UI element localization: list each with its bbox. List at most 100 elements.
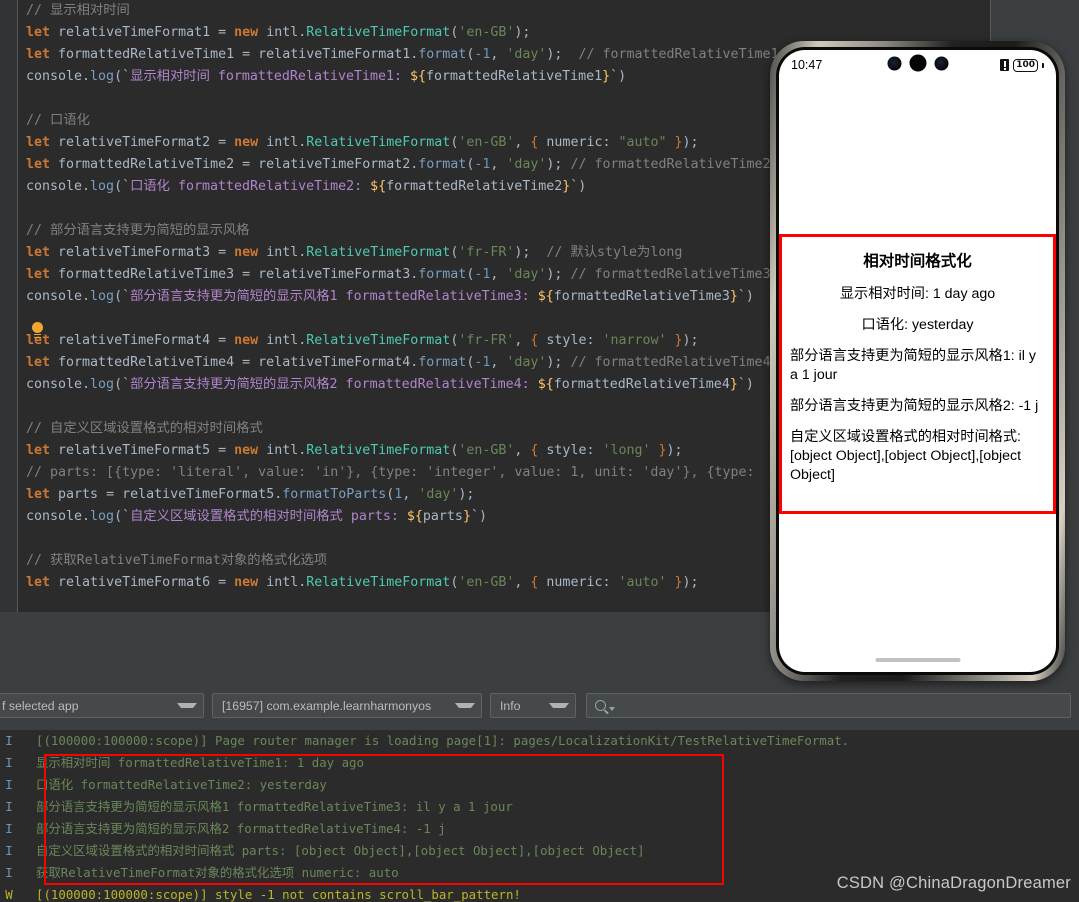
code-token: } — [602, 69, 611, 84]
code-token: = — [106, 487, 123, 502]
log-level-label: Info — [500, 698, 521, 713]
code-token: = — [218, 333, 235, 348]
code-token: = — [218, 245, 235, 260]
code-token: ); — [546, 157, 571, 172]
log-row[interactable]: I 部分语言支持更为简短的显示风格1 formattedRelativeTime3… — [0, 796, 1079, 818]
process-dropdown[interactable]: [16957] com.example.learnharmonyos — [212, 693, 482, 718]
code-token: formattedRelativeTime1 — [426, 69, 603, 84]
code-token: ); — [546, 355, 571, 370]
code-token: log — [90, 509, 115, 524]
chevron-down-icon — [609, 707, 615, 711]
battery-level-badge: 100 — [1013, 58, 1038, 72]
code-token: ); — [458, 487, 475, 502]
code-token: , — [514, 575, 531, 590]
code-token: , — [514, 135, 531, 150]
preview-content-highlight-box: 相对时间格式化 显示相对时间: 1 day ago 口语化: yesterday… — [779, 234, 1056, 514]
log-message: 部分语言支持更为简短的显示风格2 formattedRelativeTime4:… — [36, 821, 446, 836]
code-token: // 自定义区域设置格式的相对时间格式 — [26, 421, 263, 436]
code-token: { — [530, 135, 547, 150]
battery-cap-icon — [1042, 62, 1044, 68]
code-token: numeric: — [546, 575, 619, 590]
log-level: I — [5, 777, 13, 792]
app-window: // 显示相对时间 let relativeTimeFormat1 = new i… — [0, 0, 1079, 902]
preview-line: 部分语言支持更为简短的显示风格1: il y a 1 jour — [790, 348, 1036, 383]
code-token: } — [462, 509, 471, 524]
code-token: let — [26, 487, 59, 502]
log-level: I — [5, 865, 13, 880]
code-token: // 显示相对时间 — [26, 3, 130, 18]
log-level-dropdown[interactable]: Info — [490, 693, 576, 718]
code-token: numeric: — [546, 135, 619, 150]
code-token: new — [234, 575, 267, 590]
code-token: = — [218, 575, 235, 590]
code-token: -1 — [474, 355, 491, 370]
code-token: // 部分语言支持更为简短的显示风格 — [26, 223, 250, 238]
search-icon — [595, 700, 606, 711]
code-token: 'en-GB' — [458, 135, 515, 150]
code-token: new — [234, 443, 267, 458]
code-token: relativeTimeFormat1 — [58, 25, 219, 40]
code-token: 部分语言支持更为简短的显示风格1 formattedRelativeTime3: — [130, 289, 538, 304]
code-token: parts — [58, 487, 107, 502]
code-token: console. — [26, 179, 91, 194]
code-token: 显示相对时间 formattedRelativeTime1: — [130, 69, 411, 84]
code-token: = — [242, 355, 259, 370]
app-filter-dropdown[interactable]: f selected app — [0, 693, 204, 718]
code-token: 'day' — [506, 47, 547, 62]
code-token: 部分语言支持更为简短的显示风格2 formattedRelativeTime4: — [130, 377, 538, 392]
code-token: { — [530, 333, 547, 348]
log-message: 获取RelativeTimeFormat对象的格式化选项 numeric: au… — [36, 865, 399, 880]
code-token: 'day' — [506, 267, 547, 282]
code-token: format — [418, 355, 467, 370]
code-token: , — [490, 157, 507, 172]
log-row[interactable]: I 口语化 formattedRelativeTime2: yesterday — [0, 774, 1079, 796]
code-token: format — [418, 267, 467, 282]
log-search-field[interactable] — [586, 693, 1071, 718]
log-message: 口语化 formattedRelativeTime2: yesterday — [36, 777, 327, 792]
code-token: parts — [422, 509, 463, 524]
log-row[interactable]: I 显示相对时间 formattedRelativeTime1: 1 day ag… — [0, 752, 1079, 774]
status-bar-right: 100 — [1000, 58, 1044, 72]
code-token: ); — [682, 135, 699, 150]
code-token: ); — [546, 47, 579, 62]
code-token: let — [26, 157, 59, 172]
log-message: [(100000:100000:scope)] Page router mana… — [36, 733, 850, 748]
code-token: console. — [26, 289, 91, 304]
code-token: (` — [114, 509, 131, 524]
log-filter-toolbar: f selected app [16957] com.example.learn… — [0, 690, 1079, 721]
code-token: ${ — [537, 377, 554, 392]
code-token: 'en-GB' — [458, 443, 515, 458]
preview-line: 显示相对时间: 1 day ago — [839, 286, 996, 302]
code-token: ); — [682, 575, 699, 590]
code-token: ); — [514, 25, 531, 40]
code-token: style: — [546, 443, 603, 458]
code-token: formattedRelativeTime1 — [58, 47, 243, 62]
log-row[interactable]: I 自定义区域设置格式的相对时间格式 parts: [object Object]… — [0, 840, 1079, 862]
code-token: // 获取RelativeTimeFormat对象的格式化选项 — [26, 553, 328, 568]
code-token: log — [90, 289, 115, 304]
device-screen[interactable]: 10:47 100 相对时间格式化 显示相对时间: 1 day ago 口语化:… — [779, 50, 1056, 672]
log-message: 自定义区域设置格式的相对时间格式 parts: [object Object],… — [36, 843, 645, 858]
log-row[interactable]: I [(100000:100000:scope)] Page router man… — [0, 730, 1079, 752]
code-token: let — [26, 25, 59, 40]
log-row[interactable]: I 部分语言支持更为简短的显示风格2 formattedRelativeTime4… — [0, 818, 1079, 840]
code-token: formattedRelativeTime2 — [386, 179, 563, 194]
code-token: formattedRelativeTime4 — [58, 355, 243, 370]
code-line: // 显示相对时间 — [26, 0, 990, 22]
log-level: I — [5, 843, 13, 858]
code-token: let — [26, 575, 59, 590]
preview-line: 部分语言支持更为简短的显示风格2: -1 j — [790, 398, 1039, 414]
app-filter-label: f selected app — [2, 698, 79, 713]
code-token: } — [674, 135, 683, 150]
device-bezel: 10:47 100 相对时间格式化 显示相对时间: 1 day ago 口语化:… — [776, 47, 1059, 675]
code-token: log — [90, 179, 115, 194]
code-token: 'narrow' — [602, 333, 675, 348]
code-token: 'long' — [602, 443, 659, 458]
code-token: (` — [114, 179, 131, 194]
code-token: = — [218, 135, 235, 150]
intention-bulb-icon[interactable] — [30, 322, 44, 340]
code-token: let — [26, 355, 59, 370]
code-token: new — [234, 135, 267, 150]
code-token: RelativeTimeFormat — [306, 443, 451, 458]
code-token: 'en-GB' — [458, 25, 515, 40]
